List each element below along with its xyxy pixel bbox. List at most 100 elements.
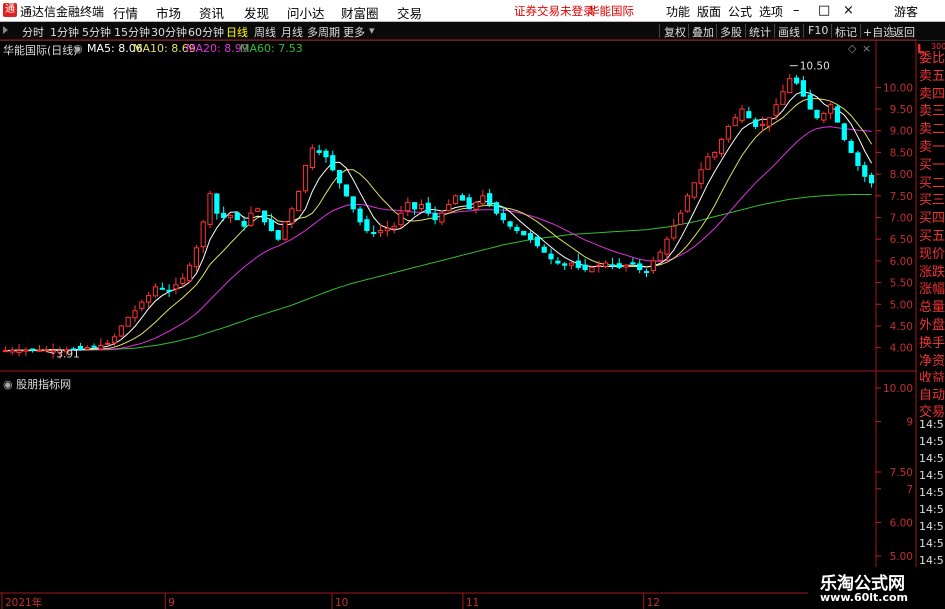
candle-down	[500, 213, 506, 221]
trade-tick-time: 14:5	[919, 452, 944, 465]
trade-tick-time: 14:5	[919, 435, 944, 448]
quote-field-11: 现价	[919, 246, 945, 262]
candle-up	[473, 201, 479, 210]
candle-up	[227, 214, 234, 219]
candle-up	[678, 212, 684, 225]
candle-down	[234, 212, 240, 221]
candle-up	[671, 225, 677, 239]
candle-down	[521, 230, 527, 236]
candle-up	[766, 117, 772, 127]
price-tick-label: 9.50	[890, 104, 913, 116]
candle-down	[541, 246, 547, 253]
candle-down	[316, 150, 322, 153]
candle-down	[357, 208, 363, 223]
candle-up	[705, 156, 711, 170]
trade-tick-time: 14:5	[919, 469, 944, 482]
quote-field-list: 委比 卖五 卖四 卖三 卖二 卖一 买一 买二 买三 买四 买五 现价 涨跌 涨幅 总量 外盘 换手 净资 收益	[918, 47, 945, 382]
candle-up	[377, 230, 384, 234]
candle-up	[725, 125, 731, 140]
candle-up	[146, 295, 152, 303]
candle-down	[855, 152, 861, 166]
candle-up	[173, 284, 179, 290]
price-tick-label: 9.00	[890, 126, 913, 138]
candle-up	[391, 225, 397, 230]
sub-toggle-icon[interactable]: ◉	[3, 378, 13, 391]
candle-down	[91, 345, 97, 348]
quote-field-18: 收益	[919, 371, 945, 382]
trade-tick-time: 14:5	[919, 503, 944, 516]
candle-down	[637, 263, 643, 271]
trade-tick-time: 14:5	[919, 537, 944, 550]
price-tick-label: 4.00	[890, 343, 913, 355]
time-label: 9	[168, 597, 175, 609]
sub-indicator-title: ◉ 股朋指标网	[3, 378, 72, 391]
candle-up	[602, 262, 609, 267]
time-label: 12	[647, 597, 660, 609]
candle-up	[828, 104, 834, 114]
candle-down	[575, 260, 581, 268]
candle-down	[800, 80, 807, 97]
candle-down	[868, 174, 875, 184]
candle-down	[582, 264, 588, 271]
candle-down	[643, 271, 650, 274]
candle-up	[302, 164, 309, 192]
quote-field-13: 涨幅	[919, 282, 945, 298]
candle-up	[282, 221, 288, 240]
candle-up	[84, 347, 90, 350]
candle-up	[568, 262, 575, 266]
candle-down	[746, 111, 752, 119]
quote-field-10: 买五	[919, 229, 945, 244]
time-label: 10	[335, 597, 348, 609]
candle-up	[418, 203, 425, 210]
candle-up	[139, 301, 145, 309]
price-tick-label: 7.50	[890, 191, 913, 203]
watermark-url: www.60lt.com	[820, 591, 909, 604]
kline-chart[interactable]: 10.00 9.50 9.00 8.50 8.00 7.50 7.00 6.50 6.00 5.5…	[0, 0, 945, 609]
candle-down	[241, 220, 247, 227]
trade-tick-time: 14:5	[919, 520, 944, 533]
candle-up	[664, 238, 670, 255]
quote-field-0: 委比	[919, 51, 945, 66]
candle-down	[514, 226, 520, 232]
candle-up	[684, 195, 691, 212]
candle-down	[807, 94, 813, 110]
candle-down	[534, 236, 541, 247]
price-tick-label: 7.00	[890, 213, 913, 225]
sub-tick-label: 10.00	[883, 383, 913, 395]
candle-down	[268, 219, 275, 232]
sub-tick-label: 9	[906, 417, 913, 429]
candle-down	[493, 202, 500, 214]
trade-ticks-list: 自动 交易 14:5 14:5 14:5 14:5 14:5 14:5 14:5 14:5 14:5…	[918, 384, 945, 574]
candle-up	[207, 193, 213, 225]
candle-up	[657, 251, 663, 261]
candle-down	[336, 170, 343, 184]
candle-up	[452, 195, 459, 205]
candle-up	[623, 264, 629, 268]
candle-down	[343, 184, 350, 197]
price-tick-label: 4.50	[890, 321, 913, 333]
trade-tick-time: 14:5	[919, 554, 944, 567]
candle-up	[186, 264, 193, 282]
candle-up	[105, 342, 111, 345]
low-annotation: 3.91	[56, 349, 79, 361]
candle-up	[398, 212, 404, 226]
quote-field-16: 换手	[919, 335, 945, 351]
candle-down	[862, 165, 868, 177]
candle-down	[507, 221, 513, 227]
candle-up	[309, 147, 315, 168]
candle-up	[712, 151, 718, 158]
price-tick-label: 5.00	[890, 299, 913, 311]
quote-field-2: 卖四	[919, 86, 945, 102]
quote-field-3: 卖三	[919, 104, 945, 120]
candle-up	[289, 208, 295, 224]
sub-tick-label: 5.00	[890, 551, 913, 563]
candle-up	[480, 195, 486, 205]
candle-up	[118, 325, 124, 337]
candle-down	[548, 253, 554, 260]
quote-field-8: 买三	[919, 193, 945, 209]
candle-down	[350, 196, 356, 210]
candle-up	[650, 260, 656, 271]
time-label: 2021年	[5, 596, 42, 609]
candle-down	[527, 233, 534, 240]
candle-up	[111, 336, 118, 344]
